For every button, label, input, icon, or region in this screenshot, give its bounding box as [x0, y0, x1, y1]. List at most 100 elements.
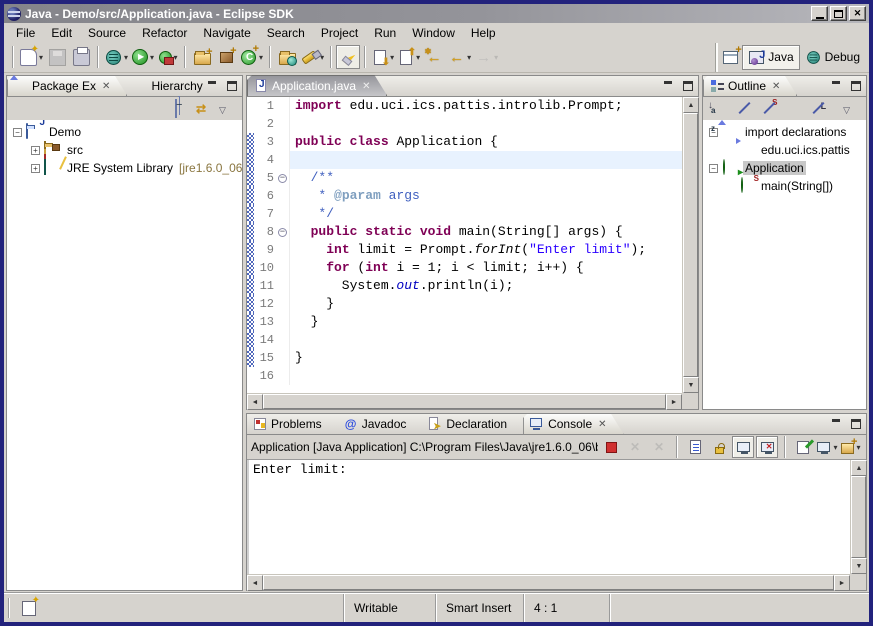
previous-annotation-dropdown[interactable]: ▾: [416, 53, 420, 62]
tree-expander-icon[interactable]: −: [13, 128, 22, 137]
line-number[interactable]: 13: [254, 315, 276, 329]
tree-expander-icon[interactable]: +: [31, 146, 40, 155]
run-button[interactable]: ▾: [130, 45, 156, 69]
tab-declaration[interactable]: ➤Declaration: [422, 413, 523, 434]
scroll-down-icon[interactable]: ▼: [851, 558, 867, 574]
open-console-button[interactable]: ▾: [840, 436, 862, 458]
code-text[interactable]: [289, 367, 682, 385]
outline-item-edu-uci-ics-pattis[interactable]: edu.uci.ics.pattis: [703, 141, 866, 159]
hide-static-members-button[interactable]: S: [761, 100, 778, 117]
menu-window[interactable]: Window: [404, 25, 463, 41]
console-vertical-scrollbar[interactable]: ▲ ▼: [850, 460, 866, 574]
minimize-view-button[interactable]: [827, 78, 844, 93]
scroll-left-icon[interactable]: ◄: [247, 575, 263, 591]
close-icon[interactable]: ✕: [102, 81, 110, 92]
console-horizontal-scrollbar[interactable]: ◄ ►: [247, 574, 850, 590]
external-tools-dropdown[interactable]: ▾: [174, 53, 178, 62]
line-number[interactable]: 7: [254, 207, 276, 221]
scroll-lock-button[interactable]: [708, 436, 730, 458]
show-stderr-button[interactable]: [756, 436, 778, 458]
menu-source[interactable]: Source: [80, 25, 134, 41]
new-java-project-button[interactable]: [190, 45, 214, 69]
menu-search[interactable]: Search: [259, 25, 313, 41]
last-edit-location-button[interactable]: ←: [422, 45, 446, 69]
minimize-view-button[interactable]: [203, 78, 220, 93]
code-text[interactable]: }: [289, 349, 682, 367]
project-item-src[interactable]: +src: [7, 141, 242, 159]
code-text[interactable]: public static void main(String[] args) {: [289, 223, 682, 241]
save-button[interactable]: [45, 45, 69, 69]
code-text[interactable]: /**: [289, 169, 682, 187]
line-number[interactable]: 3: [254, 135, 276, 149]
line-number[interactable]: 1: [254, 99, 276, 113]
run-dropdown[interactable]: ▾: [150, 53, 154, 62]
scroll-up-icon[interactable]: ▲: [851, 460, 867, 476]
view-menu-button[interactable]: ▽: [219, 100, 236, 117]
line-number[interactable]: 4: [254, 153, 276, 167]
scrollbar-thumb[interactable]: [851, 476, 866, 558]
maximize-view-button[interactable]: [223, 78, 240, 93]
maximize-view-button[interactable]: [847, 78, 864, 93]
view-menu-button[interactable]: ▽: [843, 100, 860, 117]
tab-package-explorer[interactable]: Package Ex ✕: [7, 75, 127, 96]
line-number[interactable]: 2: [254, 117, 276, 131]
code-text[interactable]: }: [289, 313, 682, 331]
tree-expander-icon[interactable]: −: [709, 164, 718, 173]
close-icon[interactable]: ✕: [772, 81, 780, 92]
project-item-demo[interactable]: −Demo: [7, 123, 242, 141]
clear-console-button[interactable]: [684, 436, 706, 458]
minimize-editor-button[interactable]: [659, 78, 676, 93]
code-text[interactable]: */: [289, 205, 682, 223]
external-tools-button[interactable]: ▾: [156, 45, 180, 69]
scrollbar-thumb[interactable]: [263, 394, 666, 409]
show-stdout-button[interactable]: [732, 436, 754, 458]
code-text[interactable]: [289, 151, 682, 169]
display-console-dropdown[interactable]: ▾: [833, 443, 837, 452]
menu-refactor[interactable]: Refactor: [134, 25, 195, 41]
hide-fields-button[interactable]: [736, 100, 753, 117]
menu-file[interactable]: File: [8, 25, 43, 41]
scroll-right-icon[interactable]: ►: [834, 575, 850, 591]
project-item-jre-system-library[interactable]: +JRE System Library[jre1.6.0_06]: [7, 159, 242, 177]
line-number[interactable]: 14: [254, 333, 276, 347]
outline-item-application[interactable]: −Application: [703, 159, 866, 177]
tab-application-java[interactable]: J Application.java ✕: [247, 75, 387, 96]
remove-launch-button[interactable]: ✕: [624, 436, 646, 458]
next-annotation-dropdown[interactable]: ▾: [390, 53, 394, 62]
scroll-up-icon[interactable]: ▲: [683, 97, 699, 113]
terminate-button[interactable]: [600, 436, 622, 458]
maximize-button[interactable]: [830, 6, 847, 21]
editor-vertical-scrollbar[interactable]: ▲ ▼: [682, 97, 698, 393]
debug-dropdown[interactable]: ▾: [124, 53, 128, 62]
debug-button[interactable]: ▾: [103, 45, 130, 69]
tab-console[interactable]: Console✕: [523, 413, 623, 434]
line-number[interactable]: 11: [254, 279, 276, 293]
tab-problems[interactable]: Problems: [247, 413, 338, 434]
collapse-icon[interactable]: −: [278, 228, 287, 237]
line-number[interactable]: 9: [254, 243, 276, 257]
console-output[interactable]: Enter limit:: [247, 460, 850, 574]
debug-perspective-button[interactable]: Debug: [800, 45, 865, 70]
remove-all-terminated-button[interactable]: ✕: [648, 436, 670, 458]
link-with-editor-button[interactable]: ⇄: [196, 100, 213, 117]
line-number[interactable]: 10: [254, 261, 276, 275]
mark-occurrences-toggle[interactable]: [336, 45, 360, 69]
collapse-all-button[interactable]: [173, 100, 190, 117]
new-class-button[interactable]: ▾: [238, 45, 265, 69]
line-number[interactable]: 15: [254, 351, 276, 365]
tab-outline[interactable]: Outline ✕: [703, 75, 797, 96]
outline-item-main-string-[interactable]: main(String[]): [703, 177, 866, 195]
hide-local-types-button[interactable]: L: [810, 100, 827, 117]
menu-navigate[interactable]: Navigate: [195, 25, 258, 41]
editor-text-area[interactable]: 1import edu.uci.ics.pattis.introlib.Prom…: [247, 97, 682, 393]
fast-view-icon[interactable]: [22, 601, 36, 616]
scroll-down-icon[interactable]: ▼: [683, 377, 699, 393]
code-text[interactable]: public class Application {: [289, 133, 682, 151]
scrollbar-thumb[interactable]: [263, 575, 834, 590]
line-number[interactable]: 5: [254, 171, 276, 185]
print-button[interactable]: [69, 45, 93, 69]
code-text[interactable]: [289, 115, 682, 133]
fold-column[interactable]: −: [276, 174, 289, 183]
sort-button[interactable]: az: [711, 100, 728, 117]
maximize-editor-button[interactable]: [679, 78, 696, 93]
